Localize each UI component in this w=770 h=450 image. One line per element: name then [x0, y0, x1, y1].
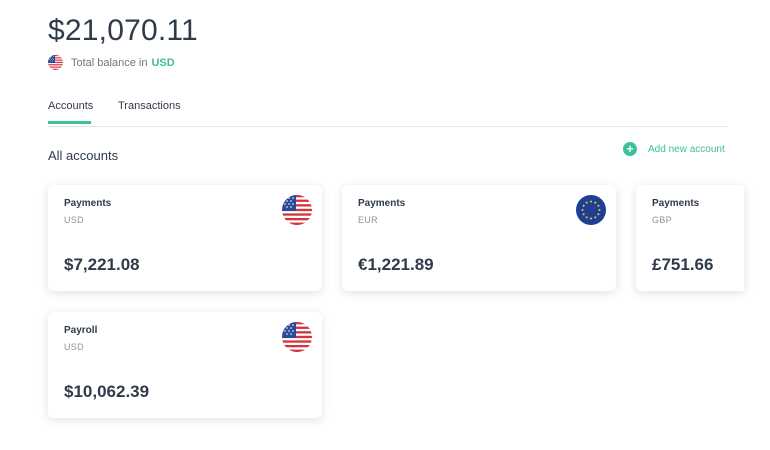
add-new-account-label: Add new account — [648, 143, 725, 155]
account-currency: USD — [64, 215, 84, 225]
us-flag-icon — [48, 55, 63, 70]
tab-transactions[interactable]: Transactions — [118, 100, 181, 122]
account-balance: €1,221.89 — [358, 255, 434, 274]
total-balance-caption: Total balance in USD — [48, 55, 175, 70]
account-name: Payments — [358, 198, 406, 209]
section-title: All accounts — [48, 148, 119, 163]
account-currency: EUR — [358, 215, 378, 225]
us-flag-icon — [282, 195, 312, 225]
account-name: Payroll — [64, 325, 98, 336]
tab-bar: Accounts Transactions — [48, 100, 728, 127]
account-card-payments-usd[interactable]: Payments USD $7,221.08 — [48, 185, 322, 291]
currency-selector[interactable]: USD — [151, 57, 174, 69]
account-currency: USD — [64, 342, 84, 352]
us-flag-icon — [282, 322, 312, 352]
account-balance: $10,062.39 — [64, 382, 150, 401]
eu-flag-icon — [576, 195, 606, 225]
account-name: Payments — [652, 198, 700, 209]
total-balance: $21,070.11 — [48, 14, 198, 47]
account-balance: $7,221.08 — [64, 255, 140, 274]
add-new-account-button[interactable]: + Add new account — [623, 142, 725, 156]
account-card-payroll-usd[interactable]: Payroll USD $10,062.39 — [48, 312, 322, 418]
plus-circle-icon: + — [623, 142, 637, 156]
tab-accounts[interactable]: Accounts — [48, 100, 93, 124]
account-name: Payments — [64, 198, 112, 209]
account-currency: GBP — [652, 215, 672, 225]
account-card-payments-gbp[interactable]: Payments GBP £751.66 — [636, 185, 744, 291]
account-balance: £751.66 — [652, 255, 714, 274]
account-card-payments-eur[interactable]: Payments EUR €1,221.89 — [342, 185, 616, 291]
total-balance-label: Total balance in — [71, 56, 148, 69]
